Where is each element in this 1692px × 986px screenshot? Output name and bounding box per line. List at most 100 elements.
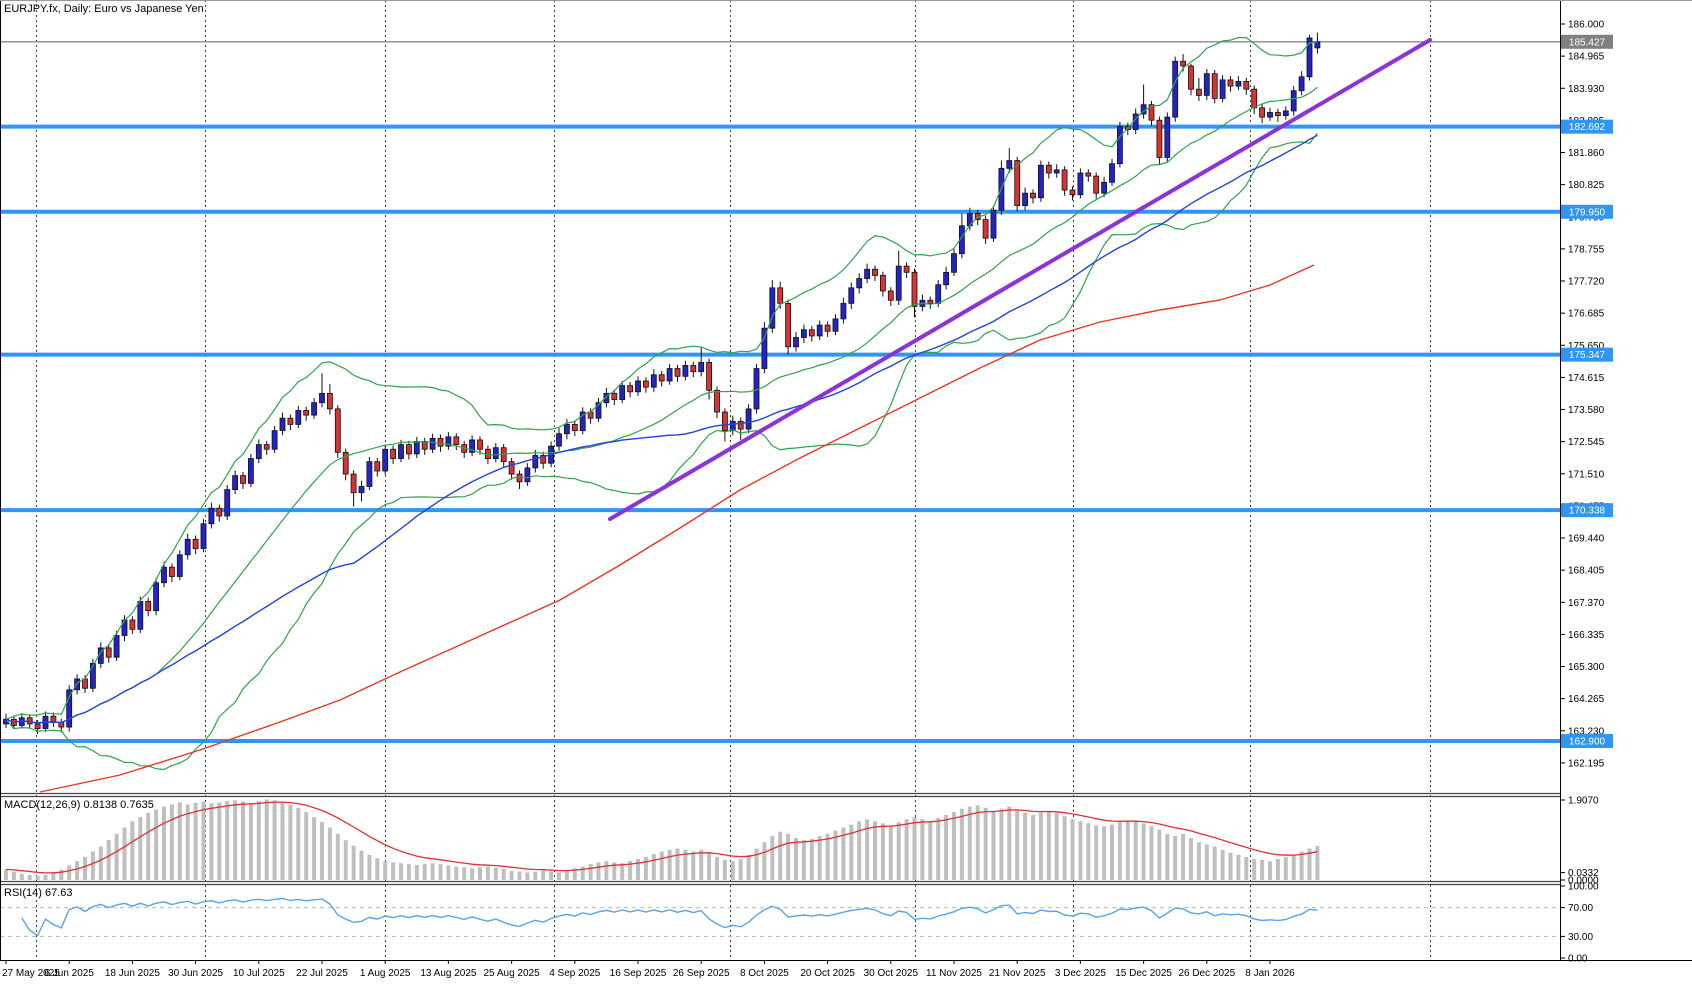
bull-candle xyxy=(429,437,436,450)
macd-bar xyxy=(1149,826,1154,880)
macd-bar xyxy=(225,801,230,880)
macd-bar xyxy=(327,827,332,880)
time-tick-label: 10 Jul 2025 xyxy=(233,968,285,979)
macd-bar xyxy=(320,822,324,880)
bull-candle xyxy=(358,486,365,494)
bear-candle xyxy=(911,271,918,307)
bear-candle xyxy=(1243,81,1250,90)
macd-bar xyxy=(1275,859,1280,880)
bull-candle xyxy=(1038,164,1044,199)
price-tick-label: 173.580 xyxy=(1568,405,1605,416)
price-tick-label: 181.860 xyxy=(1568,148,1605,159)
bear-candle xyxy=(240,475,246,484)
macd-bar xyxy=(564,870,569,880)
bull-candle xyxy=(698,361,705,373)
macd-bar xyxy=(1315,845,1320,880)
bear-candle xyxy=(484,448,491,459)
macd-bar xyxy=(928,821,933,880)
macd-bar xyxy=(430,863,435,880)
time-tick-label: 15 Dec 2025 xyxy=(1115,968,1172,979)
bear-candle xyxy=(1014,160,1021,206)
bear-candle xyxy=(714,389,720,413)
macd-bar xyxy=(675,848,680,880)
bull-candle xyxy=(990,209,997,239)
macd-bar xyxy=(533,871,538,880)
time-tick-label: 22 Jul 2025 xyxy=(296,968,348,979)
bear-candle xyxy=(334,408,341,453)
macd-bar xyxy=(1220,849,1225,880)
macd-bar xyxy=(501,869,506,880)
macd-bar xyxy=(1125,820,1130,880)
macd-bar xyxy=(1038,812,1043,880)
bull-candle xyxy=(1053,169,1060,174)
bull-candle xyxy=(1235,81,1242,87)
price-tick-label: 168.405 xyxy=(1568,566,1605,577)
macd-bar xyxy=(193,802,198,880)
macd-bar xyxy=(967,806,972,880)
bull-candle xyxy=(650,374,657,388)
time-tick-label: 8 Oct 2025 xyxy=(740,968,789,979)
bear-candle xyxy=(903,265,910,273)
bull-candle xyxy=(90,663,96,689)
macd-bar xyxy=(391,862,396,880)
rsi-axis-label: 30.00 xyxy=(1568,932,1593,943)
macd-bar xyxy=(19,873,24,880)
macd-bar xyxy=(825,833,830,880)
macd-bar xyxy=(98,846,103,880)
bull-candle xyxy=(832,318,839,332)
macd-bar xyxy=(280,801,285,880)
macd-bar xyxy=(1141,823,1146,880)
rsi-axis-label: 70.00 xyxy=(1568,903,1593,914)
macd-bar xyxy=(83,856,87,880)
bull-candle xyxy=(1282,110,1289,116)
price-tick-label: 176.685 xyxy=(1568,309,1605,320)
bull-candle xyxy=(524,467,531,483)
macd-bar xyxy=(912,817,917,880)
macd-bar xyxy=(1228,852,1233,880)
bear-candle xyxy=(192,538,199,549)
macd-bar xyxy=(1023,812,1028,880)
macd-bar xyxy=(383,861,388,880)
macd-bar xyxy=(1236,854,1241,880)
macd-bar xyxy=(746,854,751,880)
macd-bar xyxy=(873,821,877,880)
bull-candle xyxy=(1172,60,1179,118)
bull-candle xyxy=(1314,41,1321,49)
macd-bar xyxy=(1157,829,1162,880)
bull-candle xyxy=(864,268,870,279)
bear-candle xyxy=(643,380,649,388)
bull-candle xyxy=(295,410,302,425)
price-tick-label: 162.195 xyxy=(1568,758,1605,769)
macd-bar xyxy=(288,804,293,880)
bull-candle xyxy=(682,365,689,377)
macd-bar xyxy=(248,802,253,880)
macd-bar xyxy=(414,864,419,880)
bear-candle xyxy=(34,723,41,730)
bull-candle xyxy=(184,538,191,556)
macd-bar xyxy=(241,801,245,880)
bear-candle xyxy=(627,385,633,393)
macd-bar xyxy=(1015,809,1020,880)
time-tick-label: 11 Nov 2025 xyxy=(926,968,982,979)
price-chart-canvas[interactable]: 186.000184.965183.930182.895181.860180.8… xyxy=(0,0,1692,986)
bear-candle xyxy=(824,324,831,332)
macd-bar xyxy=(1133,821,1138,880)
macd-bar xyxy=(122,827,127,880)
bear-candle xyxy=(785,302,791,348)
macd-bar xyxy=(936,817,941,880)
macd-bar xyxy=(762,842,767,880)
macd-values: 0.8138 0.7635 xyxy=(83,799,154,811)
price-tick-label: 174.615 xyxy=(1568,373,1605,384)
macd-bar xyxy=(130,821,135,880)
bear-candle xyxy=(216,507,223,517)
bear-candle xyxy=(611,392,618,400)
macd-bar xyxy=(620,863,625,880)
bull-candle xyxy=(1006,160,1013,169)
bull-candle xyxy=(319,392,325,404)
bear-candle xyxy=(1069,189,1076,196)
bull-candle xyxy=(895,265,902,301)
macd-bar xyxy=(786,833,791,880)
macd-bar xyxy=(991,810,996,880)
macd-bar xyxy=(399,863,403,880)
macd-bar xyxy=(462,867,467,880)
